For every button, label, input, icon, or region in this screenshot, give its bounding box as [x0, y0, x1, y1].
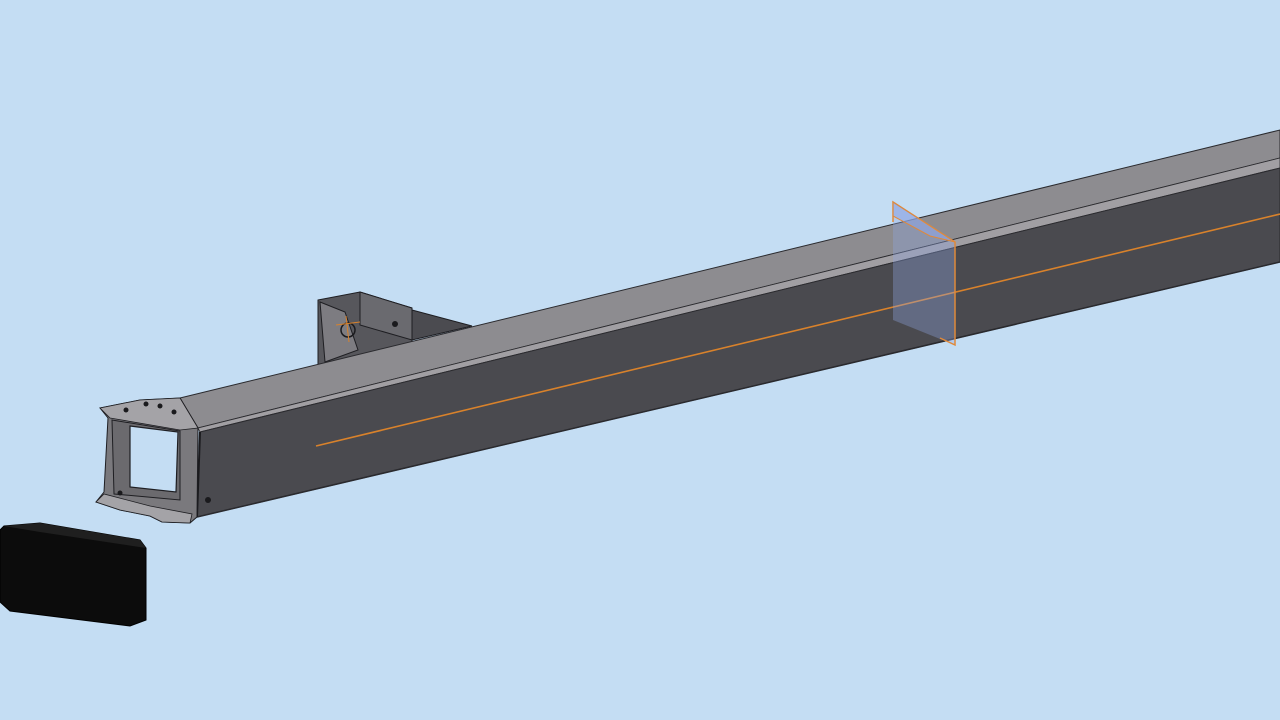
bolt-hole [123, 407, 129, 413]
bracket-rivet [392, 321, 398, 327]
end-plate-opening [129, 425, 179, 493]
end-cap[interactable] [0, 522, 147, 627]
bolt-hole [205, 497, 211, 503]
bolt-hole [117, 490, 123, 496]
bolt-hole [157, 403, 163, 409]
bolt-hole [171, 409, 177, 415]
model-canvas[interactable] [0, 0, 1280, 720]
bolt-hole [143, 401, 149, 407]
3d-viewport[interactable] [0, 0, 1280, 720]
